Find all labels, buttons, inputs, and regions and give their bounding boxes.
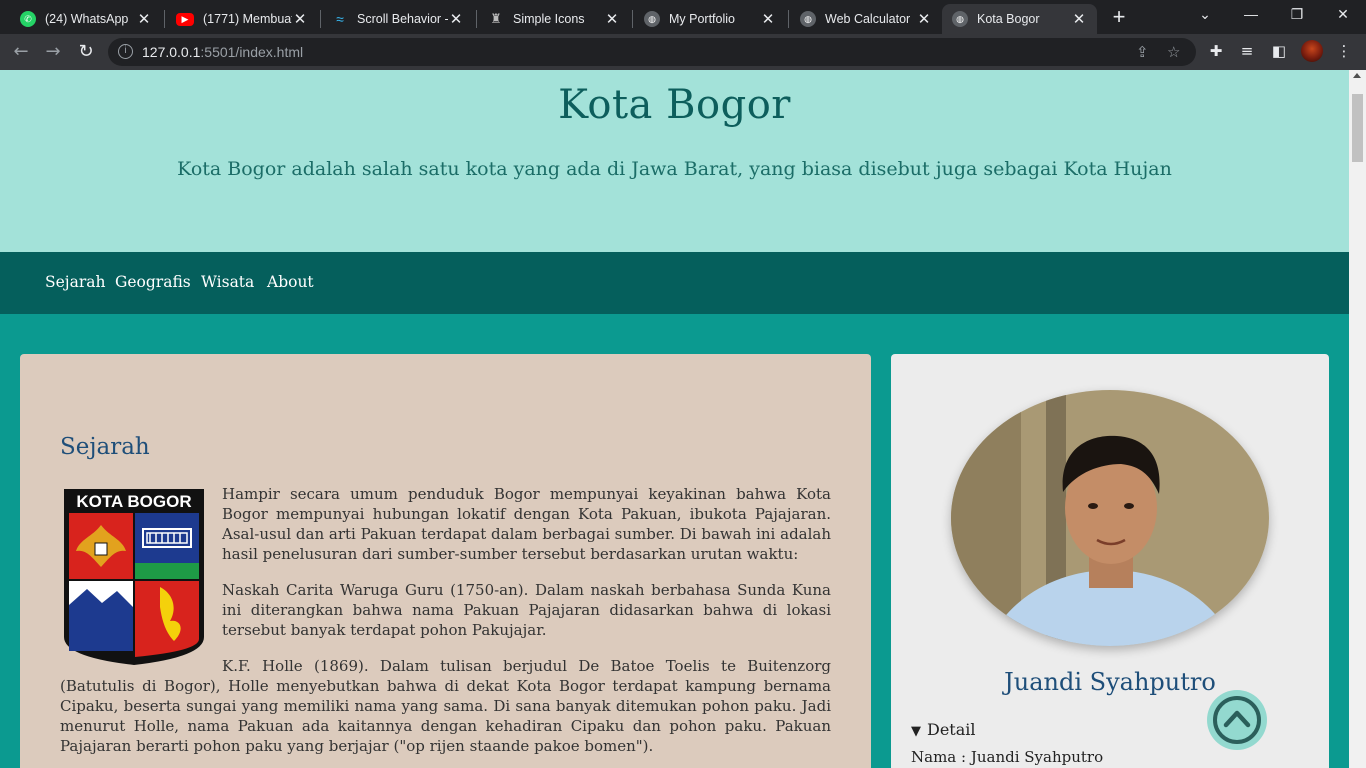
browser-tab-my-portfolio[interactable]: ◍ My Portfolio ✕ [634,4,786,34]
globe-icon: ◍ [644,11,660,27]
profile-avatar[interactable] [1301,40,1323,62]
tab-title: Kota Bogor [977,12,1040,26]
tab-close-icon[interactable]: ✕ [1071,10,1087,28]
new-tab-button[interactable]: + [1108,6,1130,28]
tab-close-icon[interactable]: ✕ [448,10,464,28]
extensions-icon[interactable]: ✚ [1206,42,1226,60]
section-heading: Sejarah [60,434,150,460]
youtube-icon: ▶ [176,12,194,26]
tailwind-icon: ≈ [336,11,344,27]
article-card: Sejarah KOTA BOGOR Hampir secara umum pe… [20,354,871,768]
detail-label: Detail [927,720,976,739]
scrollbar-thumb[interactable] [1352,94,1363,162]
profile-photo [951,390,1269,646]
page-viewport: Kota Bogor Kota Bogor adalah salah satu … [0,70,1349,768]
profile-name: Juandi Syahputro [1004,668,1216,696]
tab-divider [320,10,321,28]
browser-tab-scroll-behavior[interactable]: ≈ Scroll Behavior - ✕ [322,4,474,34]
share-icon[interactable]: ⇪ [1136,43,1149,61]
tab-close-icon[interactable]: ✕ [604,10,620,28]
side-panel-icon[interactable]: ◧ [1269,42,1289,60]
tab-close-icon[interactable]: ✕ [292,10,308,28]
page-subtitle: Kota Bogor adalah salah satu kota yang a… [177,158,1172,180]
detail-toggle[interactable]: ▼ Detail [911,720,976,739]
tab-divider [788,10,789,28]
profile-name-field: Nama : Juandi Syahputro [911,748,1104,766]
page-scrollbar[interactable] [1349,70,1366,768]
browser-tab-whatsapp[interactable]: ✆ (24) WhatsApp ✕ [10,4,162,34]
tab-divider [164,10,165,28]
tab-title: Web Calculator [825,12,911,26]
simple-icons-icon: ♜ [490,11,502,26]
close-window-icon[interactable]: ✕ [1333,6,1353,23]
restore-icon[interactable]: ❐ [1287,6,1307,23]
page-title: Kota Bogor [558,82,791,128]
bookmark-star-icon[interactable]: ☆ [1167,43,1180,61]
address-url[interactable]: 127.0.0.1:5501/index.html [142,44,303,60]
svg-text:KOTA BOGOR: KOTA BOGOR [76,492,191,511]
nav-link-geografis[interactable]: Geografis [115,273,191,291]
hero-header: Kota Bogor Kota Bogor adalah salah satu … [0,70,1349,252]
address-bar[interactable]: i 127.0.0.1:5501/index.html ⇪ ☆ [108,38,1196,66]
browser-tab-strip: ✆ (24) WhatsApp ✕ ▶ (1771) Membuat ✕ ≈ S… [0,0,1366,34]
nav-link-wisata[interactable]: Wisata [201,273,254,291]
whatsapp-icon: ✆ [20,11,36,27]
scroll-up-arrow-icon[interactable] [1353,73,1361,78]
minimize-icon[interactable]: — [1241,6,1261,22]
nav-link-about[interactable]: About [267,273,314,291]
globe-icon: ◍ [952,11,968,27]
site-info-icon[interactable]: i [118,44,133,59]
kota-bogor-coat-of-arms: KOTA BOGOR [64,489,204,665]
scroll-to-top-button[interactable] [1207,690,1267,750]
browser-tab-simple-icons[interactable]: ♜ Simple Icons ✕ [478,4,630,34]
tab-title: Scroll Behavior - [357,12,448,26]
nav-link-sejarah[interactable]: Sejarah [45,273,105,291]
menu-kebab-icon[interactable]: ⋮ [1334,42,1354,60]
tab-title: Simple Icons [513,12,585,26]
tab-close-icon[interactable]: ✕ [760,10,776,28]
tab-divider [632,10,633,28]
back-icon[interactable]: ← [10,41,32,63]
tab-close-icon[interactable]: ✕ [916,10,932,28]
article-paragraph: K.F. Holle (1869). Dalam tulisan berjudu… [60,657,831,755]
article-body: KOTA BOGOR Hampir secara umum penduduk B… [60,484,831,768]
media-control-icon[interactable]: ≡ [1237,42,1257,60]
browser-tab-kota-bogor[interactable]: ◍ Kota Bogor ✕ [942,4,1097,34]
reload-icon[interactable]: ↻ [75,41,97,63]
main-nav: Sejarah Geografis Wisata About [0,252,1349,314]
tab-divider [476,10,477,28]
tab-close-icon[interactable]: ✕ [136,10,152,28]
globe-icon: ◍ [800,11,816,27]
disclosure-triangle-icon: ▼ [911,724,921,739]
tab-title: (24) WhatsApp [45,12,129,26]
tab-title: (1771) Membuat [203,12,292,26]
tab-title: My Portfolio [669,12,735,26]
forward-icon[interactable]: → [42,41,64,63]
browser-toolbar: ← → ↻ i 127.0.0.1:5501/index.html ⇪ ☆ ✚ … [0,34,1366,70]
tab-search-icon[interactable]: ⌄ [1195,6,1215,23]
chevron-up-icon [1213,696,1261,744]
browser-tab-youtube[interactable]: ▶ (1771) Membuat ✕ [166,4,318,34]
browser-tab-web-calculator[interactable]: ◍ Web Calculator ✕ [790,4,942,34]
